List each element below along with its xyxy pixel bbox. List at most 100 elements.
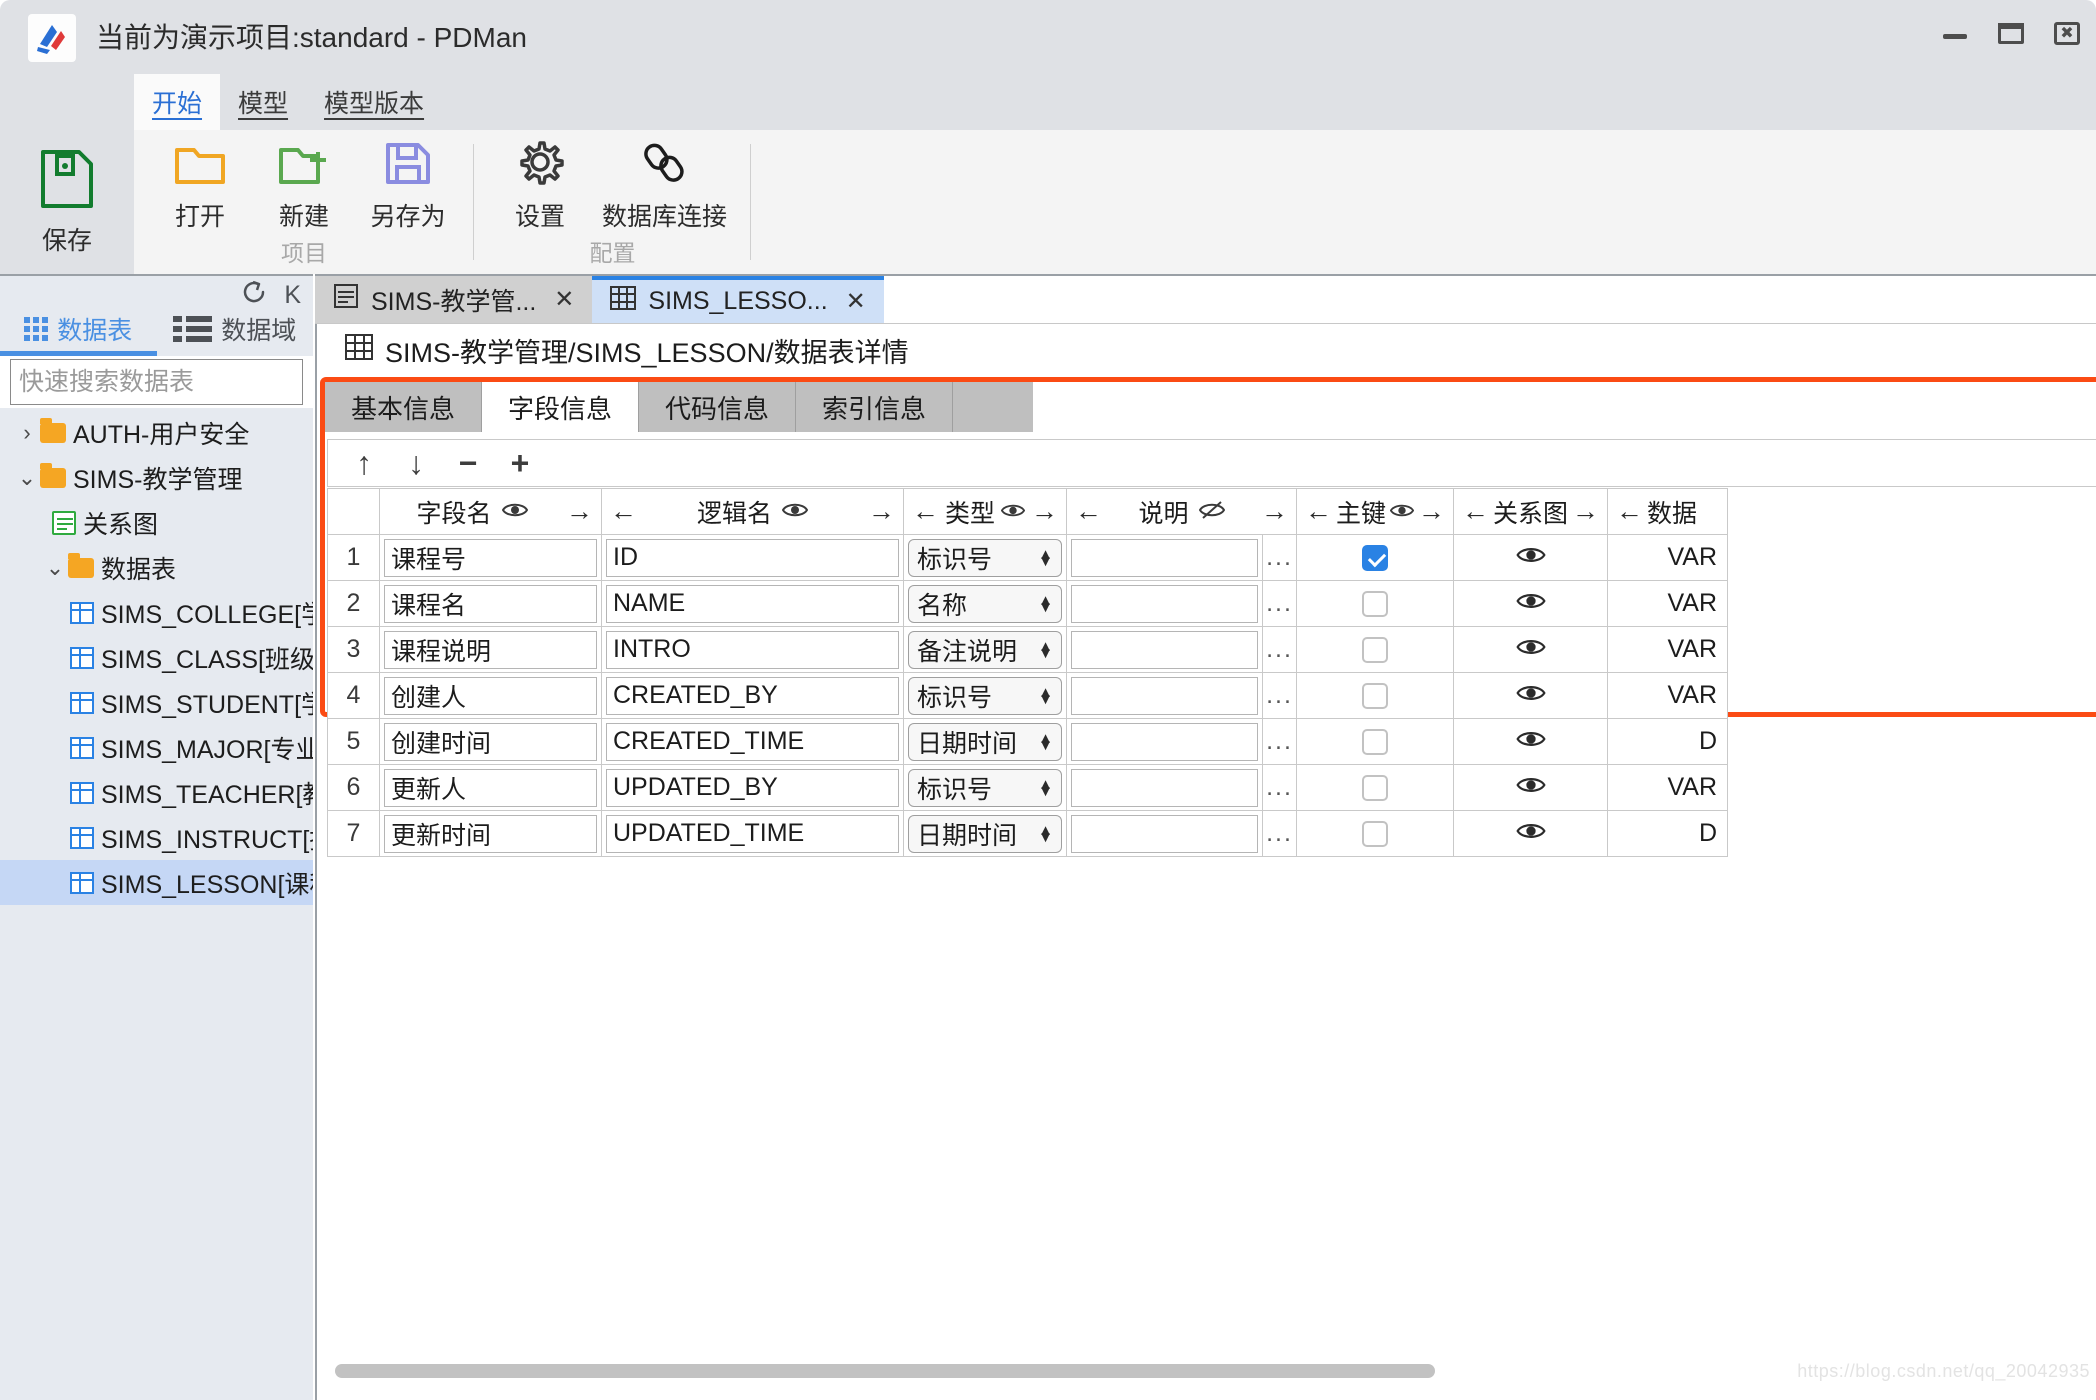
arrow-left-icon[interactable]: ← (1616, 496, 1643, 527)
horizontal-scrollbar[interactable] (335, 1364, 1435, 1378)
cell-remark[interactable] (1066, 534, 1264, 581)
eye-icon[interactable] (1515, 727, 1546, 755)
cell-relation[interactable] (1453, 580, 1609, 627)
ribbon-tab-start[interactable]: 开始 (134, 74, 221, 132)
type-select[interactable]: 名称 ▲ ▼ (908, 584, 1063, 623)
cell-logic-name[interactable] (601, 718, 904, 765)
eye-visible-icon[interactable] (1000, 497, 1026, 526)
remark-more-button[interactable]: ... (1262, 626, 1298, 673)
cell-type[interactable]: 日期时间 ▲ ▼ (902, 810, 1068, 857)
cell-remark[interactable] (1066, 580, 1264, 627)
minimize-icon[interactable] (1940, 18, 1970, 48)
col-primary-key[interactable]: ← 主键 → (1296, 488, 1455, 535)
cell-logic-name[interactable] (601, 672, 904, 719)
logic-name-input[interactable] (606, 722, 899, 761)
type-select[interactable]: 标识号 ▲ ▼ (908, 538, 1063, 577)
maximize-icon[interactable] (1996, 18, 2026, 48)
field-name-input[interactable] (384, 584, 597, 623)
remark-input[interactable] (1071, 814, 1259, 853)
cell-type[interactable]: 标识号 ▲ ▼ (902, 534, 1068, 581)
new-button[interactable]: 新建 (262, 140, 346, 233)
settings-button[interactable]: 设置 (498, 140, 582, 233)
cell-logic-name[interactable] (601, 626, 904, 673)
sidebar-tab-tables[interactable]: 数据表 (0, 312, 157, 356)
type-select[interactable]: 日期时间 ▲ ▼ (908, 722, 1063, 761)
cell-relation[interactable] (1453, 626, 1609, 673)
logic-name-input[interactable] (606, 538, 899, 577)
cell-relation[interactable] (1453, 672, 1609, 719)
remark-more-button[interactable]: ... (1262, 672, 1298, 719)
cell-primary-key[interactable] (1296, 626, 1455, 673)
remark-more-button[interactable]: ... (1262, 580, 1298, 627)
tab-basic-info[interactable]: 基本信息 (325, 382, 483, 432)
tree-item-sims-college[interactable]: SIMS_COLLEGE[学院] (0, 590, 313, 635)
field-name-input[interactable] (384, 676, 597, 715)
type-select[interactable]: 日期时间 ▲ ▼ (908, 814, 1063, 853)
arrow-right-icon[interactable]: → (1031, 496, 1058, 527)
cell-field-name[interactable] (379, 672, 602, 719)
chevron-down-icon[interactable]: ⌄ (14, 465, 40, 491)
arrow-right-icon[interactable]: → (1261, 496, 1288, 527)
cell-relation[interactable] (1453, 718, 1609, 765)
save-button[interactable]: 保存 (0, 130, 134, 274)
table-row[interactable]: 7 日期时间 ▲▼ ... D (327, 810, 1729, 857)
ribbon-tab-model-version[interactable]: 模型版本 (306, 74, 442, 132)
refresh-icon[interactable] (240, 278, 268, 311)
doc-tab-sims-lesson[interactable]: SIMS_LESSO... ✕ (592, 276, 884, 323)
primary-key-checkbox[interactable] (1362, 636, 1389, 663)
tab-index-info[interactable]: 索引信息 (796, 382, 954, 432)
tree-item-sims-lesson[interactable]: SIMS_LESSON[课程] (0, 860, 313, 905)
cell-primary-key[interactable] (1296, 764, 1455, 811)
cell-logic-name[interactable] (601, 764, 904, 811)
col-type[interactable]: ← 类型 → (902, 488, 1068, 535)
field-name-input[interactable] (384, 768, 597, 807)
primary-key-checkbox[interactable] (1362, 774, 1389, 801)
close-icon[interactable]: ✕ (554, 285, 574, 314)
open-button[interactable]: 打开 (158, 140, 242, 233)
logic-name-input[interactable] (606, 630, 899, 669)
cell-relation[interactable] (1453, 810, 1609, 857)
cell-remark[interactable] (1066, 810, 1264, 857)
cell-field-name[interactable] (379, 764, 602, 811)
remark-input[interactable] (1071, 538, 1259, 577)
logic-name-input[interactable] (606, 768, 899, 807)
table-row[interactable]: 4 标识号 ▲▼ ... VAR (327, 672, 1729, 719)
primary-key-checkbox[interactable] (1362, 728, 1389, 755)
remark-input[interactable] (1071, 630, 1259, 669)
cell-type[interactable]: 名称 ▲ ▼ (902, 580, 1068, 627)
logic-name-input[interactable] (606, 584, 899, 623)
type-select[interactable]: 标识号 ▲ ▼ (908, 768, 1063, 807)
arrow-right-icon[interactable]: → (1418, 496, 1445, 527)
cell-type[interactable]: 备注说明 ▲ ▼ (902, 626, 1068, 673)
add-row-button[interactable]: + (494, 441, 546, 485)
save-as-button[interactable]: 另存为 (366, 140, 450, 233)
tree-item-sims-teacher[interactable]: SIMS_TEACHER[教师] (0, 770, 313, 815)
tree-item-relation-diagram[interactable]: 关系图 (0, 500, 313, 545)
tree-item-sims-student[interactable]: SIMS_STUDENT[学生] (0, 680, 313, 725)
close-icon[interactable]: ✖ (2052, 18, 2082, 48)
remark-input[interactable] (1071, 768, 1259, 807)
col-field-name[interactable]: 字段名 → (379, 488, 602, 535)
cell-remark[interactable] (1066, 764, 1264, 811)
tree-item-sims-major[interactable]: SIMS_MAJOR[专业] (0, 725, 313, 770)
ribbon-tab-model[interactable]: 模型 (220, 74, 306, 132)
move-up-button[interactable]: ↑ (338, 441, 390, 485)
cell-logic-name[interactable] (601, 580, 904, 627)
cell-type[interactable]: 日期时间 ▲ ▼ (902, 718, 1068, 765)
cell-field-name[interactable] (379, 810, 602, 857)
table-row[interactable]: 1 标识号 ▲▼ ... VAR (327, 534, 1729, 581)
shortcut-k-icon[interactable]: K (284, 281, 301, 309)
cell-field-name[interactable] (379, 626, 602, 673)
field-name-input[interactable] (384, 722, 597, 761)
remove-row-button[interactable]: − (442, 441, 494, 485)
arrow-left-icon[interactable]: ← (1075, 496, 1102, 527)
remark-input[interactable] (1071, 676, 1259, 715)
remark-more-button[interactable]: ... (1262, 718, 1298, 765)
doc-tab-diagram[interactable]: SIMS-教学管... ✕ (315, 276, 593, 323)
primary-key-checkbox[interactable] (1362, 682, 1389, 709)
tree-item-sims[interactable]: ⌄ SIMS-教学管理 (0, 455, 313, 500)
remark-more-button[interactable]: ... (1262, 534, 1298, 581)
cell-field-name[interactable] (379, 718, 602, 765)
tab-field-info[interactable]: 字段信息 (482, 382, 640, 432)
type-select[interactable]: 备注说明 ▲ ▼ (908, 630, 1063, 669)
